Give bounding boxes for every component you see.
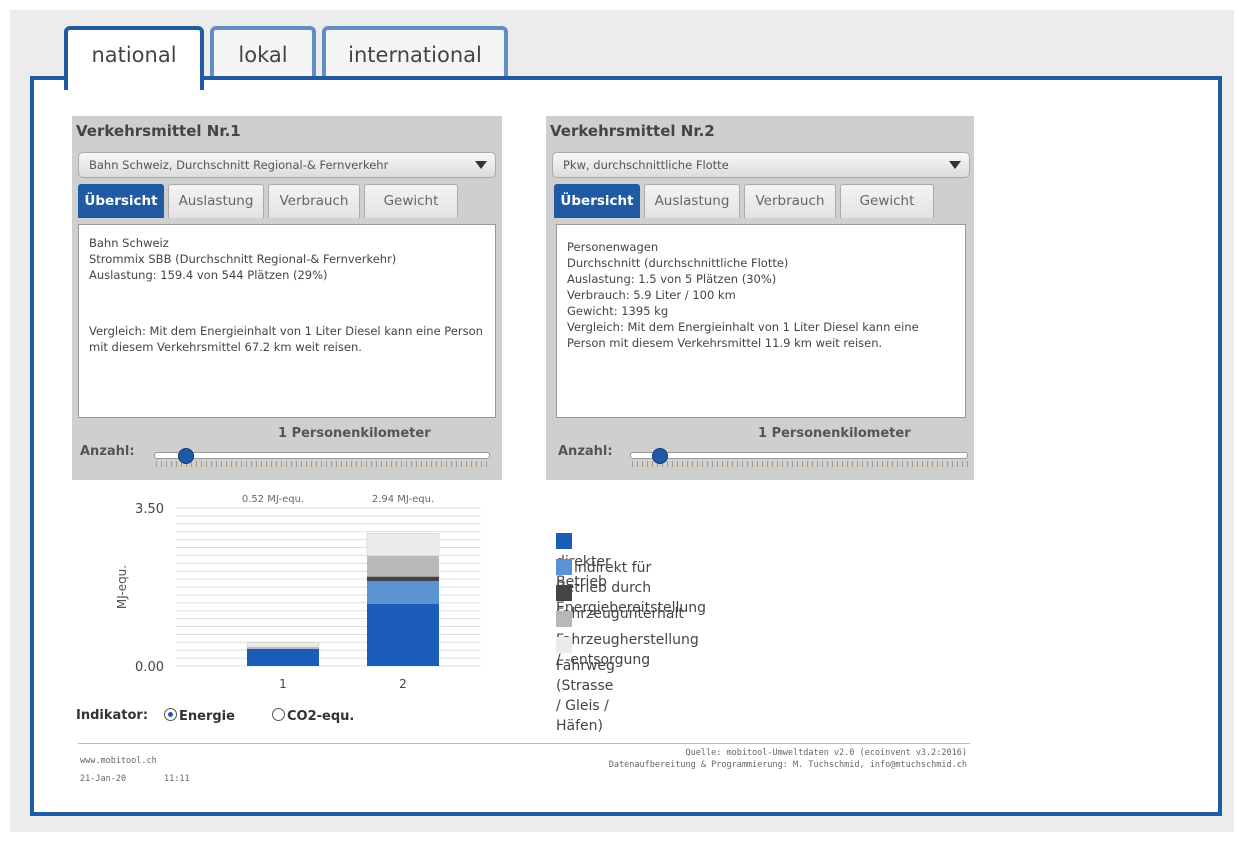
x-tick-label: 1 xyxy=(279,677,287,691)
legend-swatch xyxy=(556,533,572,549)
footer-date: 21-Jan-20 xyxy=(80,774,127,784)
tab-national[interactable]: national xyxy=(64,26,204,90)
info-line: Personenwagen xyxy=(567,240,659,254)
info-line: Auslastung: 1.5 von 5 Plätzen (30%) xyxy=(567,272,777,286)
subtab-label: Verbrauch xyxy=(279,193,349,209)
legend-swatch xyxy=(556,585,572,601)
bar-segment xyxy=(367,581,439,604)
y-tick-label: 3.50 xyxy=(135,502,164,517)
vehicle-1-select-value: Bahn Schweiz, Durchschnitt Regional-& Fe… xyxy=(89,158,389,172)
vehicle-2-slider-label: Anzahl: xyxy=(558,444,613,459)
info-line: Verbrauch: 5.9 Liter / 100 km xyxy=(567,288,736,302)
legend-item: Fahrzeugunterhalt xyxy=(556,584,684,622)
x-tick-label: 2 xyxy=(399,677,407,691)
vehicle-1-slider-track[interactable] xyxy=(154,452,490,459)
legend-item: Fahrweg (Strasse / Gleis / Häfen) xyxy=(556,636,615,734)
vehicle-2-slider-caption: 1 Personenkilometer xyxy=(758,426,911,441)
info-line: Durchschnitt (durchschnittliche Flotte) xyxy=(567,256,789,270)
subtab-label: Übersicht xyxy=(560,193,634,209)
legend-swatch xyxy=(556,559,572,575)
bar-segment xyxy=(247,647,319,649)
bar-segment xyxy=(367,603,439,666)
radio-empty-icon xyxy=(272,708,285,721)
vehicle-1-slider-label: Anzahl: xyxy=(80,444,135,459)
vehicle-2-tab-auslastung[interactable]: Auslastung xyxy=(644,184,740,218)
comparison-text: Vergleich: Mit dem Energieinhalt von 1 L… xyxy=(567,320,919,350)
bar-segment xyxy=(366,533,440,557)
footer-site: www.mobitool.ch xyxy=(80,756,157,766)
radio-selected-icon xyxy=(164,708,177,721)
vehicle-1-slider-handle[interactable] xyxy=(178,448,194,464)
slider-ticks xyxy=(156,461,490,467)
vehicle-1-panel: Verkehrsmittel Nr.1 Bahn Schweiz, Durchs… xyxy=(72,116,502,480)
info-line: Gewicht: 1395 kg xyxy=(567,304,669,318)
legend-swatch xyxy=(556,611,572,627)
slider-ticks xyxy=(632,461,968,467)
vehicle-1-tab-gewicht[interactable]: Gewicht xyxy=(364,184,458,218)
vehicle-2-select-value: Pkw, durchschnittliche Flotte xyxy=(563,158,729,172)
chevron-down-icon xyxy=(949,161,961,169)
vehicle-1-info-box: Bahn Schweiz Strommix SBB (Durchschnitt … xyxy=(78,224,496,418)
bar-segment xyxy=(367,576,439,582)
bar-segment xyxy=(367,555,439,577)
tab-international-label: international xyxy=(348,43,482,67)
info-line: Auslastung: 159.4 von 544 Plätzen (29%) xyxy=(89,268,328,282)
vehicle-2-slider-handle[interactable] xyxy=(652,448,668,464)
vehicle-1-tab-verbrauch[interactable]: Verbrauch xyxy=(268,184,360,218)
energy-chart: 3.50 0.00 MJ-equ. 1 0.52 MJ-equ. 2 2.94 MJ-equ… xyxy=(115,494,481,691)
subtab-label: Gewicht xyxy=(383,193,439,209)
subtab-label: Übersicht xyxy=(84,193,158,209)
radio-energie[interactable]: Energie xyxy=(164,708,235,724)
vehicle-1-title: Verkehrsmittel Nr.1 xyxy=(76,122,241,140)
legend-swatch xyxy=(556,637,572,653)
info-line: Strommix SBB (Durchschnitt Regional-& Fe… xyxy=(89,252,397,266)
vehicle-2-tab-gewicht[interactable]: Gewicht xyxy=(840,184,934,218)
subtab-label: Auslastung xyxy=(654,193,730,209)
subtab-label: Auslastung xyxy=(178,193,254,209)
vehicle-1-select[interactable]: Bahn Schweiz, Durchschnitt Regional-& Fe… xyxy=(78,152,496,178)
vehicle-2-panel: Verkehrsmittel Nr.2 Pkw, durchschnittlic… xyxy=(546,116,974,480)
chevron-down-icon xyxy=(475,161,487,169)
footer-source: Quelle: mobitool-Umweltdaten v2.0 (ecoin… xyxy=(685,748,967,758)
vehicle-2-tab-uebersicht[interactable]: Übersicht xyxy=(554,184,640,218)
vehicle-2-tab-verbrauch[interactable]: Verbrauch xyxy=(744,184,836,218)
radio-co2[interactable]: CO2-equ. xyxy=(272,708,354,724)
vehicle-1-slider-caption: 1 Personenkilometer xyxy=(278,426,431,441)
info-line: Bahn Schweiz xyxy=(89,236,169,250)
radio-label: CO2-equ. xyxy=(287,709,355,724)
tab-national-label: national xyxy=(91,43,177,67)
legend-item: indirekt für Betrieb durch Energiebereit… xyxy=(556,558,706,616)
legend-item: direkter Betrieb xyxy=(556,532,611,590)
indikator-label: Indikator: xyxy=(76,708,149,723)
vehicle-2-info-box: Personenwagen Durchschnitt (durchschnitt… xyxy=(556,224,966,418)
vehicle-2-slider-track[interactable] xyxy=(630,452,968,459)
legend-item: Fahrzeugherstellung / -entsorgung xyxy=(556,610,699,668)
subtab-label: Gewicht xyxy=(859,193,915,209)
footer-divider xyxy=(78,743,970,744)
footer-time: 11:11 xyxy=(164,774,190,784)
radio-label: Energie xyxy=(179,709,235,724)
y-axis-label: MJ-equ. xyxy=(115,565,129,609)
bar-segment xyxy=(247,648,319,666)
subtab-label: Verbrauch xyxy=(755,193,825,209)
comparison-text: Vergleich: Mit dem Energieinhalt von 1 L… xyxy=(89,324,483,354)
bar-total-label: 2.94 MJ-equ. xyxy=(372,494,434,505)
vehicle-1-tab-uebersicht[interactable]: Übersicht xyxy=(78,184,164,218)
bar-segment xyxy=(246,642,320,648)
vehicle-2-title: Verkehrsmittel Nr.2 xyxy=(550,122,715,140)
bar-total-label: 0.52 MJ-equ. xyxy=(242,494,304,505)
vehicle-2-select[interactable]: Pkw, durchschnittliche Flotte xyxy=(552,152,970,178)
tab-lokal-label: lokal xyxy=(238,43,288,67)
y-tick-label: 0.00 xyxy=(135,660,164,675)
vehicle-1-tab-auslastung[interactable]: Auslastung xyxy=(168,184,264,218)
footer-credits: Datenaufbereitung & Programmierung: M. T… xyxy=(608,760,967,770)
